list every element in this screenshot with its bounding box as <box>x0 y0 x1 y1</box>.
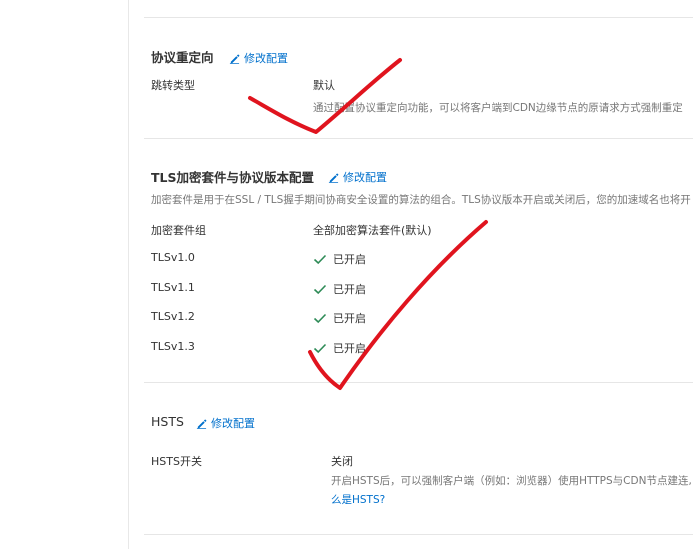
tls-section-title: TLS加密套件与协议版本配置 <box>151 170 314 185</box>
tls-status-text: 已开启 <box>333 342 366 355</box>
left-sidebar-gutter <box>0 0 129 549</box>
hsts-switch-label: HSTS开关 <box>151 455 202 468</box>
check-icon <box>313 313 327 323</box>
what-is-hsts-link[interactable]: 么是HSTS? <box>331 492 385 507</box>
jump-type-value: 默认 <box>313 79 335 92</box>
tls-version-name: TLSv1.1 <box>151 281 195 294</box>
tls-version-name: TLSv1.2 <box>151 310 195 323</box>
cdn-config-page: 协议重定向 修改配置 跳转类型 默认 通过配置协议重定向功能，可以将客户端到CD… <box>0 0 693 549</box>
check-icon <box>313 284 327 294</box>
check-icon <box>313 343 327 353</box>
redirect-edit-button[interactable]: 修改配置 <box>229 50 288 66</box>
tls-status-text: 已开启 <box>333 283 366 296</box>
hsts-section-title: HSTS <box>151 414 184 429</box>
suite-value: 全部加密算法套件(默认) <box>313 224 432 237</box>
divider <box>144 382 693 383</box>
pencil-icon <box>196 418 207 429</box>
divider <box>144 138 693 139</box>
jump-type-label: 跳转类型 <box>151 79 195 92</box>
tls-status-text: 已开启 <box>333 312 366 325</box>
redirect-description: 通过配置协议重定向功能，可以将客户端到CDN边缘节点的原请求方式强制重定 <box>313 102 683 114</box>
pencil-icon <box>328 172 339 183</box>
tls-edit-button[interactable]: 修改配置 <box>328 169 387 185</box>
redirect-edit-label: 修改配置 <box>244 52 288 65</box>
hsts-edit-button[interactable]: 修改配置 <box>196 415 255 431</box>
tls-version-status: 已开启 <box>313 251 366 267</box>
tls-version-status: 已开启 <box>313 310 366 326</box>
hsts-switch-value: 关闭 <box>331 455 353 468</box>
hsts-description: 开启HSTS后，可以强制客户端（例如：浏览器）使用HTTPS与CDN节点建连, <box>331 475 692 487</box>
tls-status-text: 已开启 <box>333 253 366 266</box>
tls-version-status: 已开启 <box>313 340 366 356</box>
pencil-icon <box>229 53 240 64</box>
suite-label: 加密套件组 <box>151 224 206 237</box>
config-content: 协议重定向 修改配置 跳转类型 默认 通过配置协议重定向功能，可以将客户端到CD… <box>144 0 693 549</box>
tls-version-name: TLSv1.0 <box>151 251 195 264</box>
tls-description: 加密套件是用于在SSL / TLS握手期间协商安全设置的算法的组合。TLS协议版… <box>151 194 691 206</box>
tls-version-status: 已开启 <box>313 281 366 297</box>
check-icon <box>313 254 327 264</box>
divider <box>144 17 693 18</box>
hsts-edit-label: 修改配置 <box>211 417 255 430</box>
redirect-section-title: 协议重定向 <box>151 50 214 65</box>
tls-edit-label: 修改配置 <box>343 171 387 184</box>
tls-version-name: TLSv1.3 <box>151 340 195 353</box>
divider <box>144 534 693 535</box>
